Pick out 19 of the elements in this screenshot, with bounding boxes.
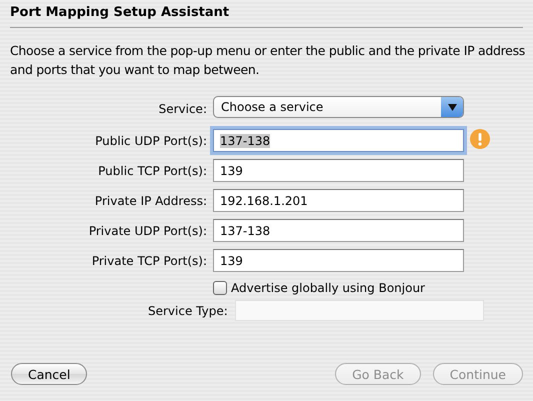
checkbox[interactable] [213,281,227,295]
field-label: Service: [158,102,207,116]
field-label: Private UDP Port(s): [88,224,207,238]
field-label: Private TCP Port(s): [90,254,207,268]
instructions-text: Choose a service from the pop-up menu or enter the public and the private IP address and ports that you want to map between. [10,42,525,79]
field-label: Service Type: [148,304,228,318]
input-field[interactable]: 139 [213,249,464,272]
field-label: Private IP Address: [94,194,207,208]
cancel-button[interactable]: Cancel [11,363,88,385]
field-label: Public UDP Port(s): [94,134,207,148]
dialog-title: Port Mapping Setup Assistant [9,4,230,22]
input-field[interactable]: 139 [213,159,464,182]
checkbox-label: Advertise globally using Bonjour [231,281,425,295]
dropdown-arrow-icon [448,104,456,110]
input-field[interactable]: 192.168.1.201 [213,189,464,212]
input-field[interactable]: 137-138 [213,219,464,242]
input-field[interactable]: 137-138 [213,129,464,152]
service-popup[interactable]: Choose a service [213,96,464,118]
field-label: Public TCP Port(s): [97,164,207,178]
